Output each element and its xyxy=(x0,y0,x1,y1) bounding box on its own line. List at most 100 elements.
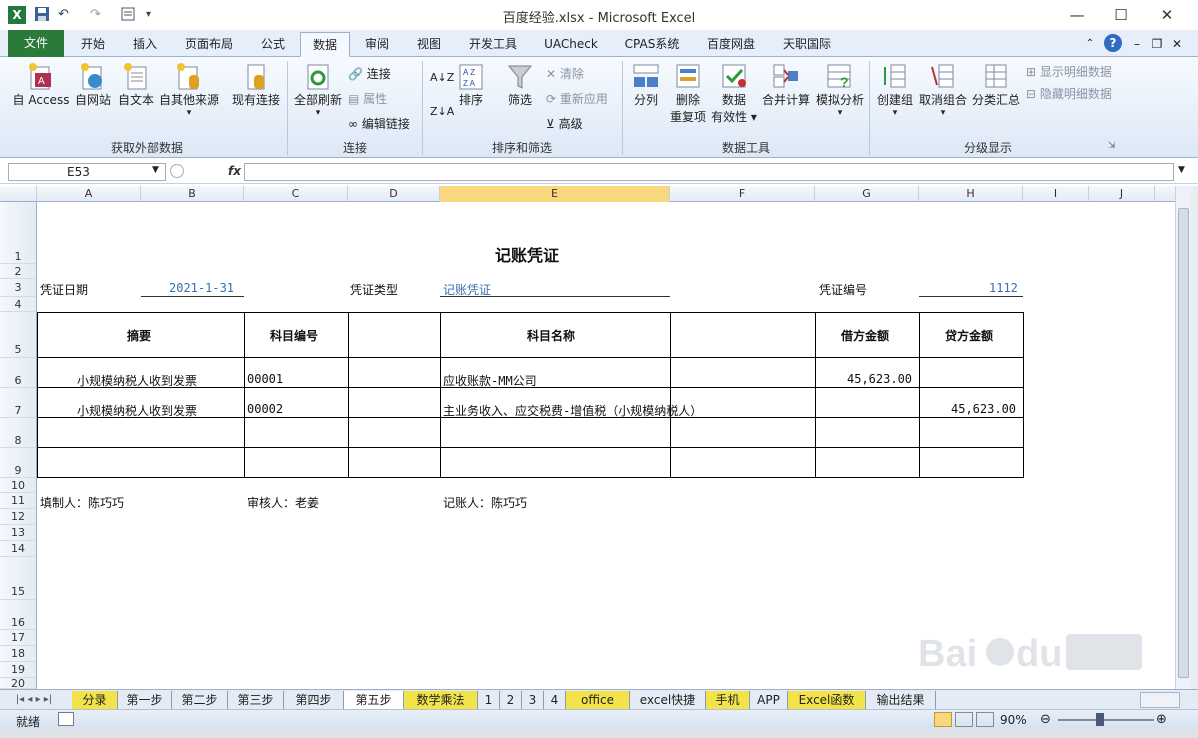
worksheet-grid[interactable]: 记账凭证 凭证日期 2021-1-31 凭证类型 记账凭证 凭证编号 1112 … xyxy=(37,202,1175,689)
scrollbar-thumb[interactable] xyxy=(1178,208,1189,678)
remove-duplicates-button[interactable]: 删除 重复项 xyxy=(668,61,708,125)
connections-button[interactable]: 🔗 连接 xyxy=(348,65,391,82)
consolidate-button[interactable]: 合并计算 xyxy=(760,61,812,108)
tab-file[interactable]: 文件 xyxy=(8,30,64,57)
sheet-tab[interactable]: Excel函数 xyxy=(788,691,866,709)
tab-developer[interactable]: 开发工具 xyxy=(458,32,528,57)
zoom-in-icon[interactable]: ⊕ xyxy=(1156,712,1167,727)
row-header[interactable]: 1 xyxy=(0,202,36,264)
row-header[interactable]: 17 xyxy=(0,630,36,646)
row-header[interactable]: 4 xyxy=(0,297,36,312)
sheet-tab[interactable]: 第三步 xyxy=(228,691,284,709)
tab-data[interactable]: 数据 xyxy=(300,32,350,57)
column-header-j[interactable]: J xyxy=(1089,186,1155,202)
filter-button[interactable]: 筛选 xyxy=(502,61,538,108)
zoom-level[interactable]: 90% xyxy=(1000,713,1027,727)
clear-filter-button[interactable]: ✕ 清除 xyxy=(546,65,584,82)
row-header[interactable]: 10 xyxy=(0,478,36,493)
sheet-tab[interactable]: 第一步 xyxy=(118,691,172,709)
line2-summary[interactable]: 小规模纳税人收到发票 xyxy=(77,402,197,419)
row-header[interactable]: 11 xyxy=(0,493,36,509)
sheet-tab[interactable]: 数学乘法 xyxy=(404,691,478,709)
tab-formulas[interactable]: 公式 xyxy=(250,32,296,57)
maximize-icon[interactable]: ☐ xyxy=(1106,4,1136,26)
from-other-sources-button[interactable]: 自其他来源 ▾ xyxy=(158,61,220,118)
column-header-f[interactable]: F xyxy=(670,186,815,202)
zoom-slider[interactable] xyxy=(1058,719,1154,721)
sheet-nav-icons[interactable]: |◂ ◂ ▸ ▸| xyxy=(4,691,64,709)
text-to-columns-button[interactable]: 分列 xyxy=(628,61,664,108)
row-header[interactable]: 7 xyxy=(0,388,36,418)
sheet-tab[interactable]: 3 xyxy=(522,691,544,709)
zoom-slider-thumb[interactable] xyxy=(1096,713,1104,726)
line1-summary[interactable]: 小规模纳税人收到发票 xyxy=(77,372,197,389)
sheet-tab[interactable]: 第二步 xyxy=(172,691,228,709)
tab-review[interactable]: 审阅 xyxy=(356,32,398,57)
sheet-tab[interactable]: 1 xyxy=(478,691,500,709)
row-header[interactable]: 2 xyxy=(0,264,36,279)
data-validation-button[interactable]: 数据 有效性 ▾ xyxy=(710,61,758,125)
row-header[interactable]: 20 xyxy=(0,678,36,689)
sort-descending-icon[interactable]: Z↓A xyxy=(430,105,454,118)
row-header[interactable]: 14 xyxy=(0,541,36,557)
line2-credit[interactable]: 45,623.00 xyxy=(951,402,1016,416)
column-header-i[interactable]: I xyxy=(1023,186,1089,202)
properties-button[interactable]: ▤ 属性 xyxy=(348,90,387,107)
row-header[interactable]: 13 xyxy=(0,525,36,541)
subtotal-button[interactable]: 分类汇总 xyxy=(970,61,1022,108)
row-header[interactable]: 8 xyxy=(0,418,36,448)
horizontal-scrollbar[interactable] xyxy=(1140,692,1180,708)
row-header[interactable]: 6 xyxy=(0,358,36,388)
formula-input[interactable] xyxy=(244,163,1174,181)
sheet-tab[interactable]: 第四步 xyxy=(284,691,344,709)
window-minimize-icon[interactable]: – xyxy=(1130,32,1144,57)
tab-view[interactable]: 视图 xyxy=(408,32,450,57)
insert-function-icon[interactable]: fx xyxy=(228,164,241,178)
row-header[interactable]: 15 xyxy=(0,557,36,600)
close-icon[interactable]: ✕ xyxy=(1152,4,1182,26)
row-header[interactable]: 9 xyxy=(0,448,36,478)
sheet-tab[interactable]: office xyxy=(566,691,630,709)
tab-uacheck[interactable]: UACheck xyxy=(536,32,606,57)
column-header-c[interactable]: C xyxy=(244,186,348,202)
zoom-out-icon[interactable]: ⊖ xyxy=(1040,712,1051,727)
minimize-icon[interactable]: — xyxy=(1062,4,1092,26)
macro-record-icon[interactable] xyxy=(58,712,74,726)
row-header[interactable]: 19 xyxy=(0,662,36,678)
row-header[interactable]: 16 xyxy=(0,600,36,630)
name-box[interactable]: E53 xyxy=(8,163,166,181)
row-header[interactable]: 3 xyxy=(0,279,36,297)
from-text-button[interactable]: 自文本 xyxy=(116,61,156,108)
help-icon[interactable]: ? xyxy=(1104,34,1122,52)
column-header-e[interactable]: E xyxy=(440,186,670,202)
sort-ascending-icon[interactable]: A↓Z xyxy=(430,71,454,84)
sheet-tab[interactable]: 手机 xyxy=(706,691,750,709)
tab-cpas[interactable]: CPAS系统 xyxy=(614,32,690,57)
row-header[interactable]: 12 xyxy=(0,509,36,525)
page-layout-view-icon[interactable] xyxy=(955,712,973,727)
tab-tianzhi[interactable]: 天职国际 xyxy=(772,32,842,57)
row-header[interactable]: 5 xyxy=(0,312,36,358)
tab-insert[interactable]: 插入 xyxy=(122,32,168,57)
column-header-d[interactable]: D xyxy=(348,186,440,202)
edit-links-button[interactable]: ∞ 编辑链接 xyxy=(348,115,410,132)
column-header-a[interactable]: A xyxy=(37,186,141,202)
from-web-button[interactable]: 自网站 xyxy=(72,61,114,108)
sheet-tab[interactable]: 输出结果 xyxy=(866,691,936,709)
existing-connections-button[interactable]: 现有连接 xyxy=(228,61,284,108)
what-if-analysis-button[interactable]: ? 模拟分析 ▾ xyxy=(814,61,866,118)
sheet-tab[interactable]: 分录 xyxy=(72,691,118,709)
show-detail-button[interactable]: ⊞ 显示明细数据 xyxy=(1026,63,1112,80)
formula-bar-expand-icon[interactable] xyxy=(170,164,184,178)
tab-page-layout[interactable]: 页面布局 xyxy=(176,32,242,57)
window-restore-icon[interactable]: ❐ xyxy=(1150,32,1164,57)
line1-code[interactable]: 00001 xyxy=(247,372,283,386)
line1-name[interactable]: 应收账款-MM公司 xyxy=(443,372,537,389)
hide-detail-button[interactable]: ⊟ 隐藏明细数据 xyxy=(1026,85,1112,102)
reapply-button[interactable]: ⟳ 重新应用 xyxy=(546,90,608,107)
tab-home[interactable]: 开始 xyxy=(70,32,116,57)
number-value[interactable]: 1112 xyxy=(989,281,1018,295)
refresh-all-button[interactable]: 全部刷新 ▾ xyxy=(292,61,344,118)
vertical-scrollbar[interactable] xyxy=(1175,186,1191,689)
sheet-tab[interactable]: 4 xyxy=(544,691,566,709)
